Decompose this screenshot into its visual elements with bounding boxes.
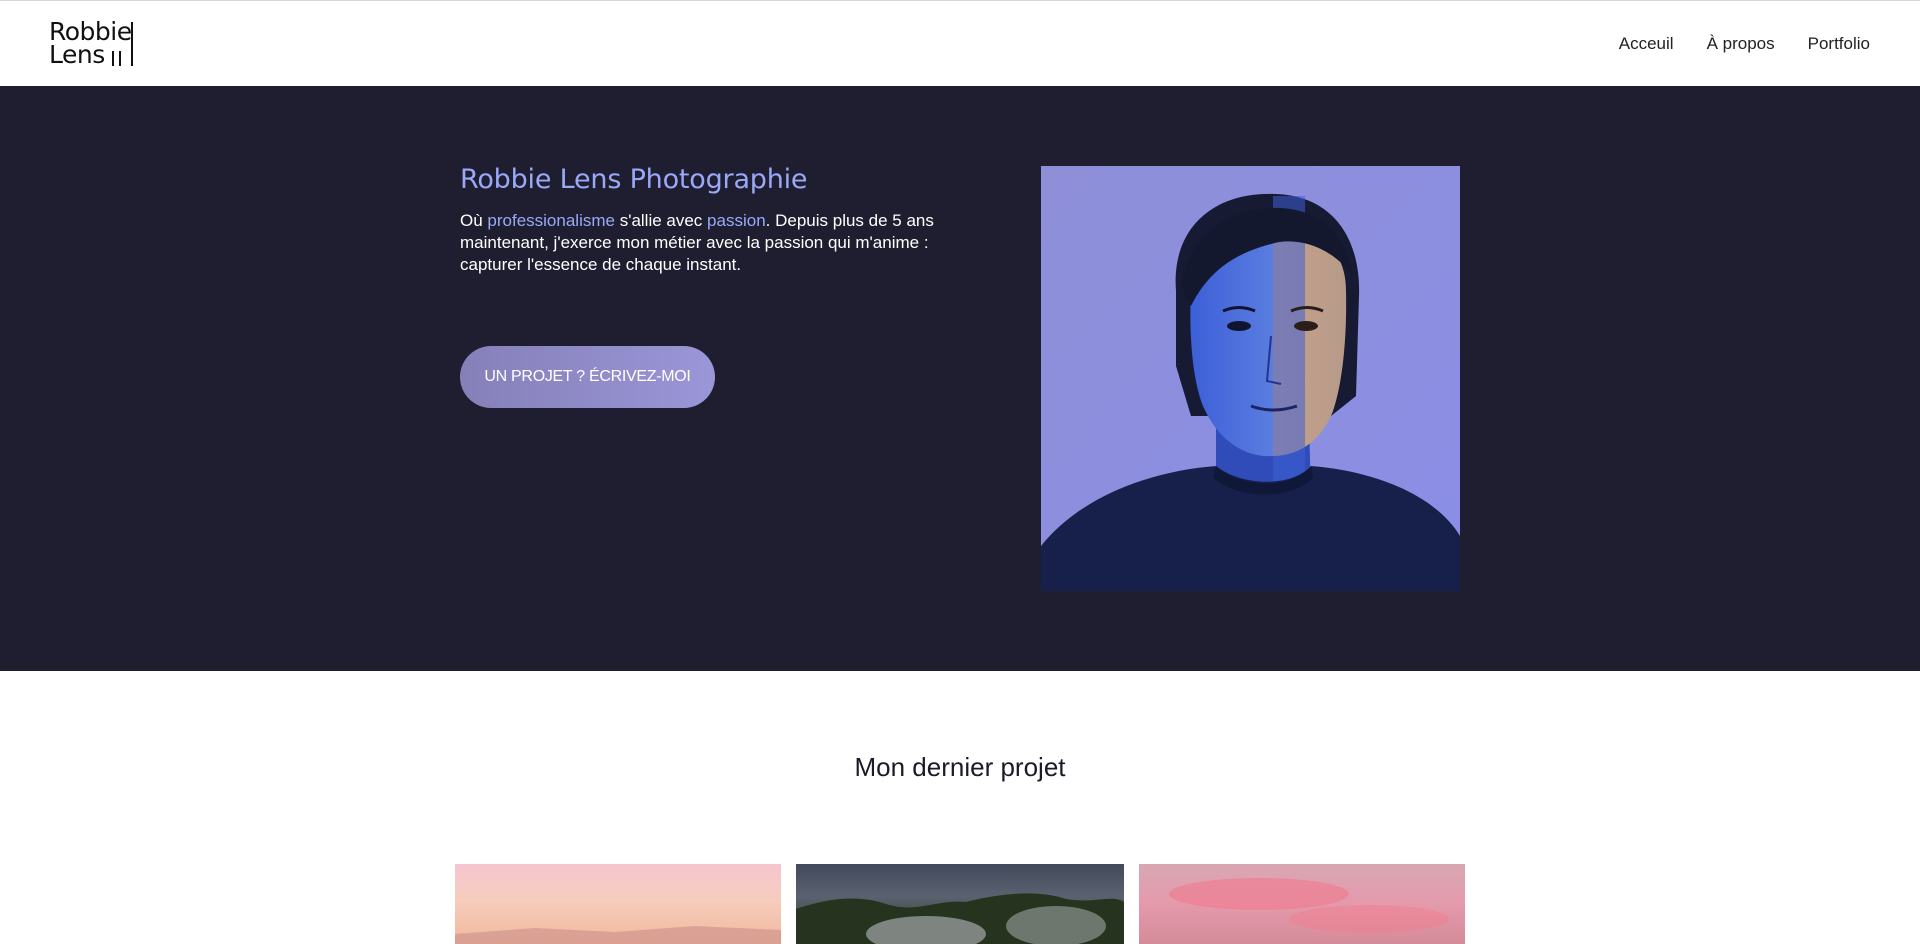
contact-cta-button[interactable]: UN PROJET ? ÉCRIVEZ-MOI [460,346,715,408]
hero-title: Robbie Lens Photographie [460,164,808,195]
nav-link-acceuil[interactable]: Acceuil [1619,34,1674,54]
logo-line-2: Lens [49,40,105,69]
logo-bar-3 [119,51,121,66]
highlight-passion: passion [707,211,766,230]
hero-text-part: Où [460,211,488,230]
site-header: Robbie Lens Acceuil À propos Portfolio [0,0,1920,86]
latest-project-title: Mon dernier projet [854,752,1066,782]
logo-bar-2 [112,51,114,66]
project-thumbnail-3[interactable] [1139,864,1465,944]
nav-link-portfolio[interactable]: Portfolio [1808,34,1870,54]
highlight-professionalisme: professionalisme [487,211,615,230]
portrait-photo [1041,166,1460,591]
project-thumbnail-1[interactable] [455,864,781,944]
main-nav: Acceuil À propos Portfolio [1619,34,1870,54]
logo[interactable]: Robbie Lens [49,19,139,69]
project-thumbnail-2[interactable] [796,864,1124,944]
hero-description: Où professionalisme s'allie avec passion… [460,210,940,276]
hero-section: Robbie Lens Photographie Où professional… [0,86,1920,671]
hero-text-part: s'allie avec [614,211,708,230]
logo-bar-1 [131,22,133,66]
nav-link-a-propos[interactable]: À propos [1707,34,1775,54]
